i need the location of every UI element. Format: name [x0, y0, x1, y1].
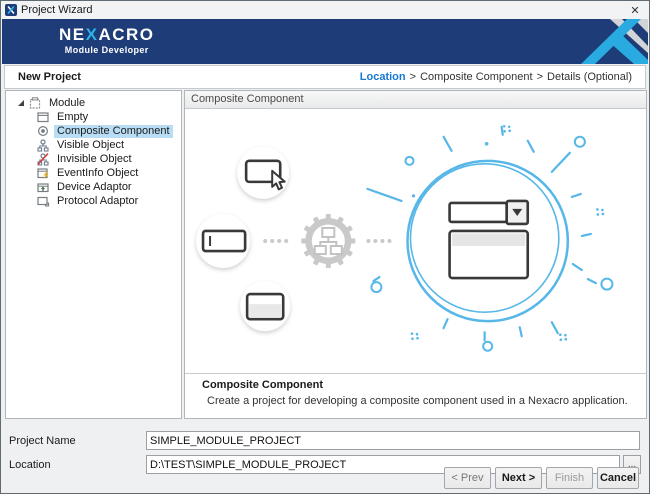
page-title: New Project: [18, 71, 81, 83]
close-icon[interactable]: ✕: [621, 2, 649, 18]
next-button[interactable]: Next >: [495, 467, 542, 489]
tree-item-invisible-object[interactable]: Invisible Object: [6, 152, 181, 166]
breadcrumb-step-composite-component: Composite Component: [420, 71, 533, 83]
tree-item-visible-object[interactable]: Visible Object: [6, 138, 181, 152]
brand-header: NEXACRO Module Developer: [2, 19, 648, 64]
description-body: Create a project for developing a compos…: [207, 395, 646, 407]
tree-item-empty[interactable]: Empty: [6, 110, 181, 124]
project-name-input[interactable]: [146, 431, 640, 450]
tree-item-device-adaptor[interactable]: Device Adaptor: [6, 180, 181, 194]
project-wizard-dialog: Project Wizard ✕ NEXACRO Module Develope…: [0, 0, 650, 494]
device-adaptor-icon: [36, 180, 50, 194]
title-bar[interactable]: Project Wizard ✕: [1, 1, 649, 19]
visible-object-icon: [36, 138, 50, 152]
nexacro-logo: NEXACRO Module Developer: [59, 26, 155, 55]
description-area: Composite Component Create a project for…: [185, 373, 646, 418]
empty-window-icon: [36, 110, 50, 124]
breadcrumb-step-location[interactable]: Location: [360, 71, 406, 83]
text-input-bubble: [196, 214, 250, 268]
cancel-button[interactable]: Cancel: [597, 467, 639, 489]
button-with-cursor-bubble: [237, 147, 289, 199]
tree-expander-icon[interactable]: [16, 98, 26, 108]
combobox-widget: [450, 201, 528, 224]
protocol-adaptor-icon: [36, 194, 50, 208]
breadcrumb-step-details: Details (Optional): [547, 71, 632, 83]
brand-x-mark-graphic: [564, 19, 648, 64]
breadcrumb-separator: >: [537, 71, 543, 83]
window-widget: [450, 231, 528, 278]
breadcrumb-separator: >: [410, 71, 416, 83]
logo-subtitle: Module Developer: [59, 45, 155, 55]
illustration-graphic: [185, 110, 646, 372]
module-icon: [28, 96, 42, 110]
page-header-bar: New Project Location > Composite Compone…: [4, 65, 646, 89]
tree-item-label: Invisible Object: [54, 153, 135, 166]
tree-item-module[interactable]: Module: [6, 96, 181, 110]
tree-item-label: Empty: [54, 111, 91, 124]
tree-item-eventinfo-object[interactable]: EventInfo Object: [6, 166, 181, 180]
tree-item-label: Composite Component: [54, 125, 173, 138]
preview-header: Composite Component: [185, 91, 646, 109]
invisible-object-icon: [36, 152, 50, 166]
tree-item-label: EventInfo Object: [54, 167, 141, 180]
nexacro-logo-icon: [5, 4, 17, 16]
window-title: Project Wizard: [21, 4, 93, 16]
preview-panel: Composite Component: [184, 90, 647, 419]
logo-wordmark: NEXACRO: [59, 26, 155, 44]
finish-button: Finish: [546, 467, 593, 489]
tree-item-label: Visible Object: [54, 139, 127, 152]
tree-item-composite-component[interactable]: Composite Component: [6, 124, 181, 138]
composite-component-illustration: [185, 110, 646, 372]
widget-bubbles: [196, 147, 290, 331]
gear-icon: [301, 214, 355, 268]
tree-item-protocol-adaptor[interactable]: Protocol Adaptor: [6, 194, 181, 208]
project-type-tree: Module Empty Composite Component Visib: [5, 90, 182, 419]
prev-button[interactable]: < Prev: [444, 467, 491, 489]
location-label: Location: [9, 459, 51, 471]
tree-item-label: Protocol Adaptor: [54, 195, 141, 208]
tree-item-label: Module: [46, 97, 88, 110]
tree-item-label: Device Adaptor: [54, 181, 135, 194]
composite-component-icon: [36, 124, 50, 138]
eventinfo-object-icon: [36, 166, 50, 180]
breadcrumb: Location > Composite Component > Details…: [360, 71, 632, 83]
plain-button-bubble: [240, 281, 290, 331]
project-name-label: Project Name: [9, 435, 76, 447]
composite-circle: [407, 161, 567, 321]
description-heading: Composite Component: [202, 379, 646, 391]
